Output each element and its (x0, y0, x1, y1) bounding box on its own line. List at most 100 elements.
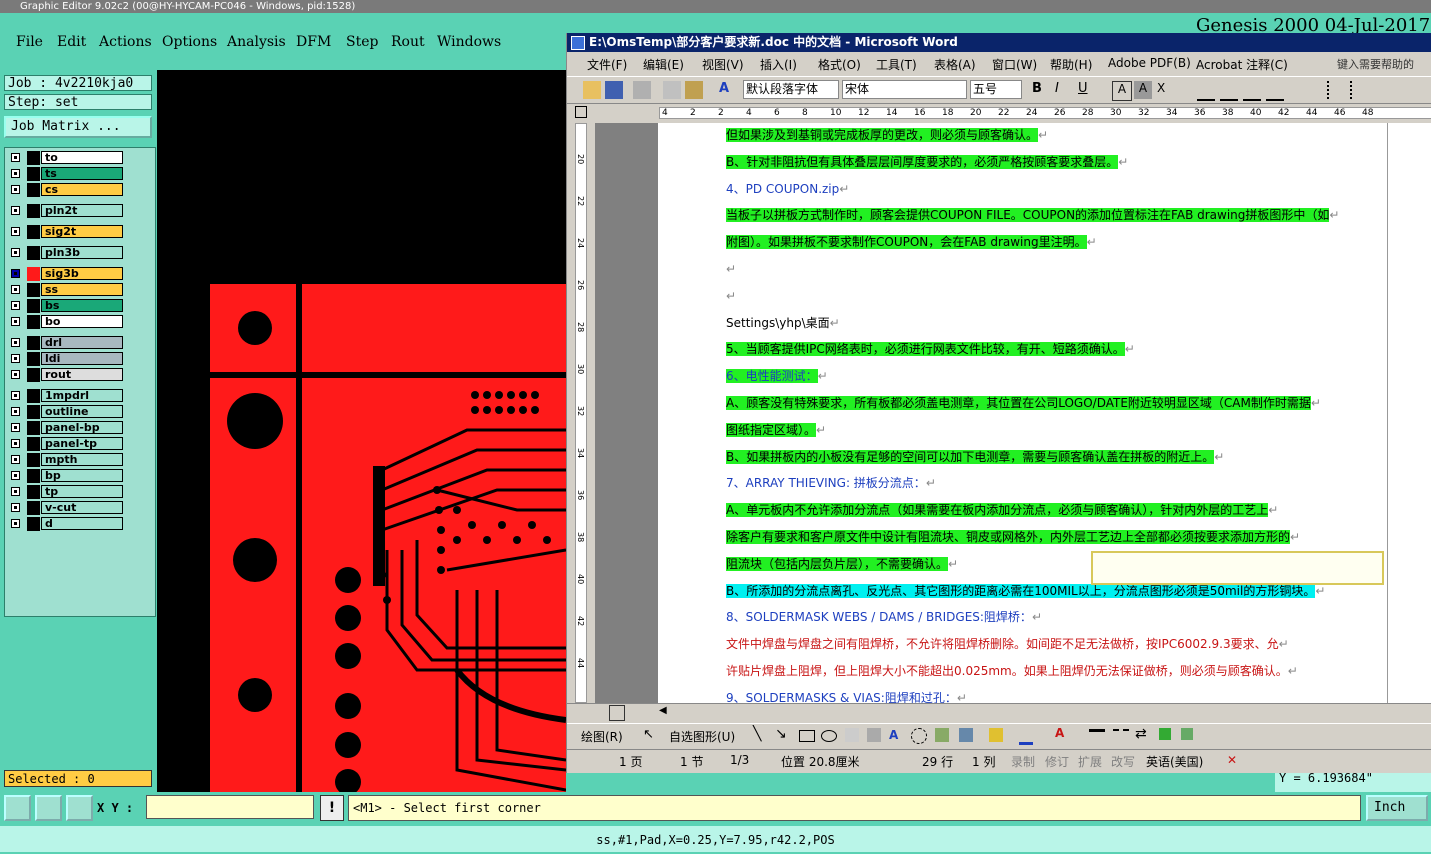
status-ovr[interactable]: 改写 (1111, 753, 1135, 770)
status-trk[interactable]: 修订 (1045, 753, 1069, 770)
layer-row-rout[interactable]: rout (5, 367, 155, 383)
layer-row-ss[interactable]: ss (5, 282, 155, 298)
line-spacing-icon[interactable] (1289, 81, 1307, 99)
fill-color-icon[interactable] (989, 728, 1003, 742)
word-menu-insert[interactable]: 插入(I) (760, 56, 797, 73)
menu-analysis[interactable]: Analysis (227, 34, 286, 50)
outline-view-icon[interactable] (627, 705, 641, 719)
layer-checkbox[interactable] (11, 391, 20, 400)
layer-row-d[interactable]: d (5, 516, 155, 532)
layer-checkbox[interactable] (11, 455, 20, 464)
layer-row-bo[interactable]: bo (5, 314, 155, 330)
char-scale-icon[interactable]: X (1157, 81, 1175, 99)
shadow-icon[interactable] (1159, 728, 1171, 740)
menu-options[interactable]: Options (162, 34, 217, 50)
warning-button[interactable]: ! (320, 795, 344, 821)
font-dropdown[interactable]: 宋体 (842, 80, 967, 99)
arrow-icon[interactable]: ↘ (775, 726, 787, 742)
layer-row-outline[interactable]: outline (5, 404, 155, 420)
layer-color-swatch[interactable] (27, 501, 40, 515)
units-button[interactable]: Inch (1366, 795, 1428, 821)
vertical-ruler-scale[interactable]: 20 22 24 26 28 30 32 34 36 38 40 42 44 (575, 123, 587, 703)
print-view-icon[interactable] (609, 705, 625, 721)
format-painter-icon[interactable] (685, 81, 703, 99)
textbox-icon[interactable] (845, 728, 859, 742)
document-page[interactable]: 但如果涉及到基铜或完成板厚的更改，则必须与顾客确认。↵ B、针对非阻抗但有具体叠层… (658, 123, 1387, 703)
layer-checkbox[interactable] (11, 370, 20, 379)
web-view-icon[interactable] (591, 705, 605, 719)
layer-row-panel-bp[interactable]: panel-bp (5, 420, 155, 436)
word-menu-view[interactable]: 视图(V) (702, 56, 744, 73)
3d-icon[interactable] (1181, 728, 1193, 740)
layer-checkbox[interactable] (11, 153, 20, 162)
layer-row-bs[interactable]: bs (5, 298, 155, 314)
layer-row-1mpdrl[interactable]: 1mpdrl (5, 388, 155, 404)
reading-view-icon[interactable] (645, 705, 659, 719)
layer-color-swatch[interactable] (27, 352, 40, 366)
layer-checkbox[interactable] (11, 169, 20, 178)
menu-dfm[interactable]: DFM (296, 34, 331, 50)
measure-tool-icon[interactable] (35, 795, 62, 821)
layer-color-swatch[interactable] (27, 453, 40, 467)
line-color-icon[interactable] (1019, 728, 1033, 745)
scroll-left-icon[interactable]: ◀ (659, 705, 673, 719)
layer-checkbox[interactable] (11, 503, 20, 512)
layer-color-swatch[interactable] (27, 151, 40, 165)
horizontal-ruler[interactable]: 4 2 2 4 6 8 10 12 14 16 18 20 22 24 26 28 30 32 34 36 38 40 42… (567, 105, 1431, 121)
bullets-icon[interactable] (1350, 81, 1370, 99)
spelling-status-icon[interactable]: ✕ (1227, 753, 1237, 767)
clipart-icon[interactable] (935, 728, 949, 742)
layer-row-ts[interactable]: ts (5, 166, 155, 182)
layer-checkbox[interactable] (11, 407, 20, 416)
vertical-textbox-icon[interactable] (867, 728, 881, 742)
vertical-ruler[interactable]: 20 22 24 26 28 30 32 34 36 38 40 42 44 (567, 123, 595, 703)
layer-checkbox[interactable] (11, 269, 20, 278)
justify-icon[interactable] (1266, 81, 1284, 101)
layer-row-mpth[interactable]: mpth (5, 452, 155, 468)
layer-row-pln2t[interactable]: pln2t (5, 203, 155, 219)
word-menu-adobe-pdf[interactable]: Adobe PDF(B) (1108, 56, 1191, 70)
layer-row-v-cut[interactable]: v-cut (5, 500, 155, 516)
layer-checkbox[interactable] (11, 439, 20, 448)
increase-indent-icon[interactable] (1396, 81, 1414, 99)
layer-checkbox[interactable] (11, 317, 20, 326)
grid-snap-icon[interactable] (66, 795, 93, 821)
line-style-icon[interactable] (1089, 729, 1105, 742)
layer-color-swatch[interactable] (27, 204, 40, 218)
menu-file[interactable]: File (16, 34, 43, 50)
save-icon[interactable] (605, 81, 623, 99)
layer-color-swatch[interactable] (27, 315, 40, 329)
line-icon[interactable]: ╲ (753, 726, 761, 742)
layer-checkbox[interactable] (11, 354, 20, 363)
layer-color-swatch[interactable] (27, 183, 40, 197)
layer-color-swatch[interactable] (27, 485, 40, 499)
layer-color-swatch[interactable] (27, 336, 40, 350)
status-rec[interactable]: 录制 (1011, 753, 1035, 770)
zoom-tool-icon[interactable] (4, 795, 31, 821)
font-size-dropdown[interactable]: 五号 (970, 80, 1022, 99)
align-left-icon[interactable] (1197, 81, 1215, 101)
numbering-icon[interactable] (1327, 81, 1347, 99)
char-border-icon[interactable]: A (1112, 81, 1132, 101)
tab-selector-icon[interactable] (575, 106, 587, 118)
xy-input[interactable] (146, 795, 314, 819)
styles-icon[interactable]: A (719, 81, 737, 99)
pcb-canvas[interactable] (157, 70, 566, 792)
layer-color-swatch[interactable] (27, 299, 40, 313)
layer-color-swatch[interactable] (27, 246, 40, 260)
italic-icon[interactable]: I (1055, 81, 1073, 99)
layer-row-drl[interactable]: drl (5, 335, 155, 351)
align-center-icon[interactable] (1220, 81, 1238, 101)
open-icon[interactable] (583, 81, 601, 99)
layer-row-cs[interactable]: cs (5, 182, 155, 198)
layer-checkbox[interactable] (11, 487, 20, 496)
layer-color-swatch[interactable] (27, 437, 40, 451)
layer-row-bp[interactable]: bp (5, 468, 155, 484)
layer-row-panel-tp[interactable]: panel-tp (5, 436, 155, 452)
layer-row-tp[interactable]: tp (5, 484, 155, 500)
menu-edit[interactable]: Edit (57, 34, 86, 50)
normal-view-icon[interactable] (573, 705, 587, 719)
diagram-icon[interactable] (911, 728, 927, 744)
char-shading-icon[interactable]: A (1134, 81, 1152, 99)
menu-actions[interactable]: Actions (99, 34, 152, 50)
